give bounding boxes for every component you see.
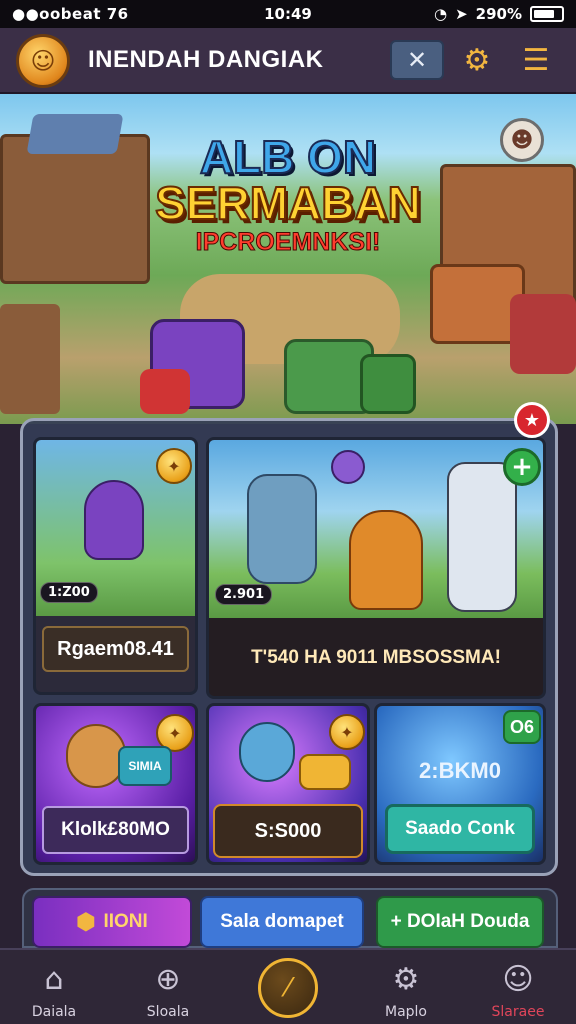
- strip-button-2[interactable]: Sala domapet: [200, 896, 364, 948]
- menu-button[interactable]: ☰: [514, 40, 558, 80]
- flag-icon: [331, 450, 365, 484]
- green-chest-small: [360, 354, 416, 414]
- nav-item-search[interactable]: ⊕ Sloala: [118, 950, 218, 1024]
- battery-percent: 290%: [475, 5, 522, 23]
- hero-title-line2: SERMABAN: [154, 176, 422, 230]
- hero-banner[interactable]: ALB ON SERMABAN IPCROEMNKSI! ☻: [0, 94, 576, 424]
- offer-label-2: T'540 HA 9011 MBSOSSMA!: [251, 647, 501, 668]
- profile-icon: ☺: [502, 961, 534, 997]
- close-icon: ✕: [406, 46, 428, 74]
- nav-item-home[interactable]: ⌂ Daiala: [4, 950, 104, 1024]
- rotation-lock-icon: ◔: [433, 5, 448, 23]
- offer-card-2[interactable]: + 2.901 T'540 HA 9011 MBSOSSMA!: [206, 437, 546, 699]
- gear-icon: ⚙: [463, 42, 491, 78]
- status-bar: ●●oobeat 76 10:49 ◔ ➤ 290%: [0, 0, 576, 28]
- offer-label-3: Klolk£80MO: [42, 806, 189, 854]
- bottom-nav: ⌂ Daiala ⊕ Sloala ⁄ ⚙ Maplo ☺ Slaraee: [0, 948, 576, 1024]
- strip-label-3: + DOIaH Douda: [390, 911, 530, 932]
- carrier-label: ●●oobeat 76: [12, 5, 129, 23]
- buy-button-4[interactable]: S:S000: [213, 804, 363, 858]
- nav-label-map: Maplo: [385, 1004, 427, 1020]
- gold-pile-icon: [299, 754, 351, 790]
- app-header: ☺ INENDAH DANGIAK ✕ ⚙ ☰: [0, 28, 576, 94]
- coin-icon[interactable]: ✦: [156, 448, 192, 484]
- badge-icon: ⬢: [76, 909, 96, 934]
- hero-subtitle: IPCROEMNKSI!: [195, 228, 381, 257]
- boy-character-icon: [447, 462, 517, 612]
- nav-item-map[interactable]: ⚙ Maplo: [356, 950, 456, 1024]
- cannon-left: [0, 304, 60, 414]
- offer-price-tag-2: 2.901: [215, 584, 273, 605]
- close-button[interactable]: ✕: [390, 40, 444, 80]
- offer-card-3[interactable]: ✦ SIMIA Klolk£80MO: [33, 703, 198, 865]
- battery-icon: [530, 6, 564, 22]
- app-title: INENDAH DANGIAK: [88, 46, 324, 73]
- red-cart: [140, 369, 190, 414]
- nav-label-search: Sloala: [146, 1004, 190, 1020]
- status-right: ◔ ➤ 290%: [434, 5, 564, 23]
- coin-icon-4: ✦: [329, 714, 365, 750]
- strip-label-1: IIONI: [103, 911, 148, 932]
- offers-panel: ✦ 1:Z00 Rgaem08.41 + 2.901 T'540 HA 9011…: [20, 418, 558, 876]
- claim-button-5[interactable]: Saado Conk: [385, 804, 535, 854]
- offer-value-5: 2:BKM0: [419, 758, 501, 783]
- strip-button-1[interactable]: ⬢ IIONI: [32, 896, 192, 948]
- cannon-right: [510, 294, 576, 374]
- offer-card-5[interactable]: O6 2:BKM0 Saado Conk: [374, 703, 546, 865]
- bear-character-icon: [84, 480, 144, 560]
- hamburger-icon: ☰: [522, 42, 550, 78]
- fox-character-icon: [66, 724, 126, 788]
- offer-badge-3: SIMIA: [118, 746, 172, 786]
- nav-center-button[interactable]: ⁄: [258, 958, 318, 1018]
- action-strip: ⬢ IIONI Sala domapet + DOIaH Douda: [22, 888, 558, 948]
- offer-card-1[interactable]: ✦ 1:Z00 Rgaem08.41: [33, 437, 198, 695]
- panel-close-button[interactable]: ★: [514, 402, 550, 438]
- player-avatar[interactable]: ☻: [500, 118, 544, 162]
- nav-label-home: Daiala: [31, 1004, 77, 1020]
- robot-character-icon: [247, 474, 317, 584]
- settings-icon: ⚙: [392, 961, 420, 997]
- strip-label-2: Sala domapet: [220, 911, 344, 932]
- offer-card-4[interactable]: ✦ S:S000: [206, 703, 370, 865]
- location-icon: ➤: [455, 5, 468, 23]
- offer-badge-5[interactable]: O6: [503, 710, 541, 744]
- bear-hero-character-icon: [349, 510, 423, 610]
- fox-gold-character-icon: [239, 722, 295, 782]
- game-logo-icon[interactable]: ☺: [16, 34, 70, 88]
- offer-label-1: Rgaem08.41: [42, 626, 189, 672]
- search-icon: ⊕: [155, 961, 181, 997]
- settings-button[interactable]: ⚙: [456, 40, 498, 80]
- nav-item-profile[interactable]: ☺ Slaraee: [468, 950, 568, 1024]
- home-icon: ⌂: [44, 961, 64, 997]
- add-offer-button[interactable]: +: [503, 448, 541, 486]
- nav-label-profile: Slaraee: [491, 1004, 545, 1020]
- strip-button-3[interactable]: + DOIaH Douda: [376, 896, 544, 948]
- offer-price-tag-1: 1:Z00: [40, 582, 98, 603]
- sword-icon: ⁄: [285, 973, 291, 1003]
- star-icon: ★: [523, 409, 541, 431]
